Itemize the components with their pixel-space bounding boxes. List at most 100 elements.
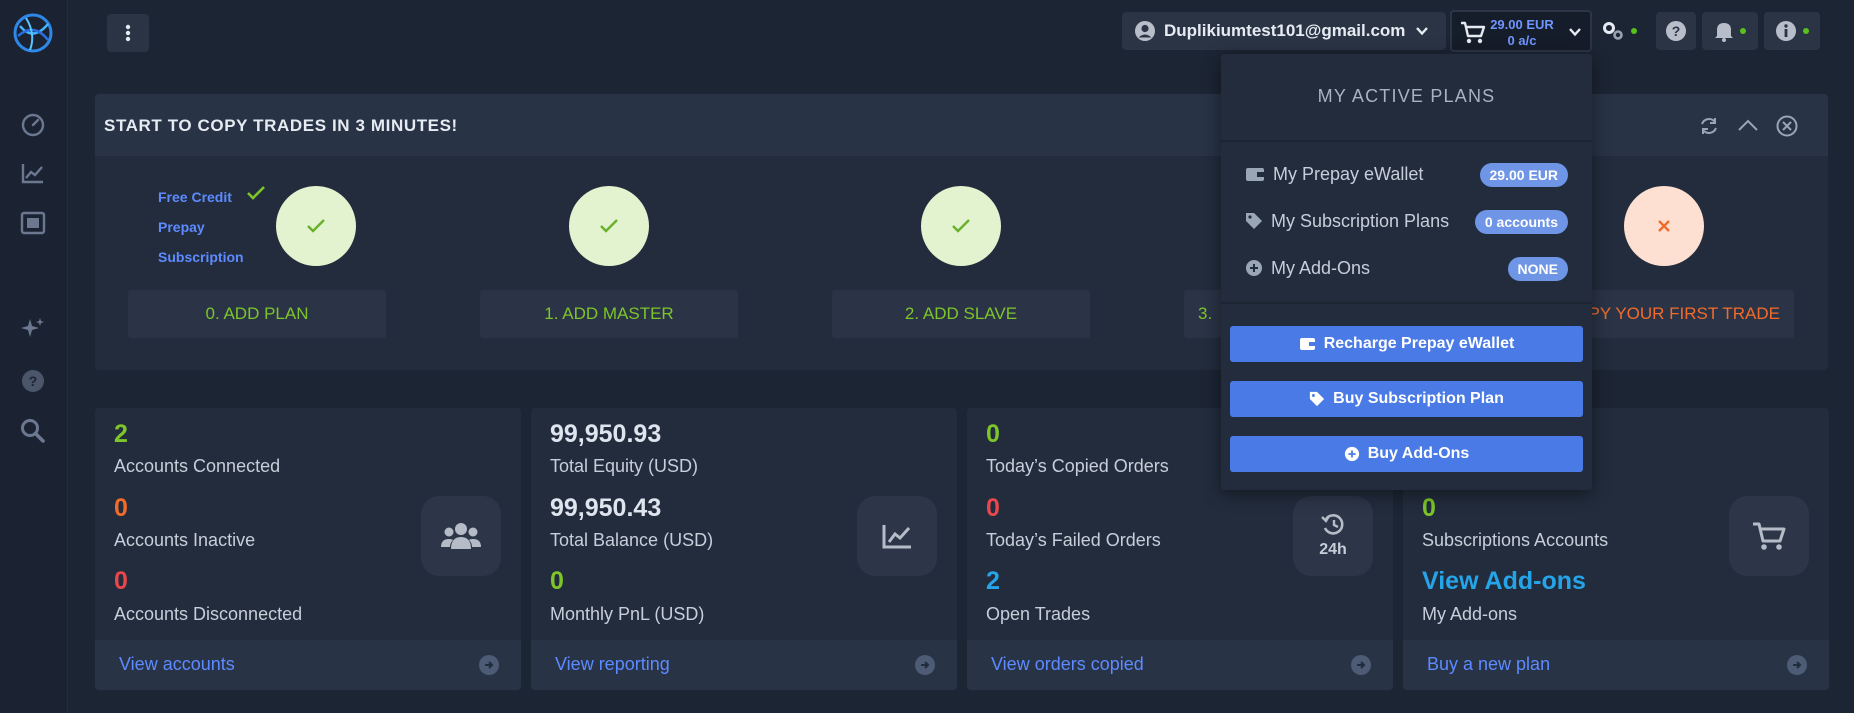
check-icon — [247, 186, 265, 200]
plan-item-subscription: Subscription — [158, 249, 244, 265]
divider — [1221, 302, 1592, 304]
addons-row[interactable]: My Add-Ons NONE — [1245, 254, 1568, 282]
total-equity-label: Total Equity (USD) — [550, 456, 699, 476]
logo[interactable] — [12, 12, 54, 54]
chart-line-icon — [882, 525, 911, 549]
info-button[interactable] — [1764, 12, 1820, 50]
accounts-disconnected-label: Accounts Disconnected — [114, 604, 303, 624]
wallet-icon — [1299, 338, 1315, 350]
tag-icon — [1246, 213, 1262, 229]
accounts-card: 2 Accounts Connected 0 Accounts Inactive… — [95, 408, 521, 690]
my-addons-label: My Add-ons — [1422, 604, 1518, 624]
svg-text:?: ? — [1672, 23, 1681, 39]
cart-icon — [1753, 522, 1786, 550]
accounts-connected-value: 2 — [114, 420, 128, 448]
monthly-pnl-value: 0 — [550, 567, 564, 595]
users-icon-box — [421, 496, 501, 576]
svg-text:?: ? — [29, 373, 38, 389]
check-icon — [600, 219, 618, 233]
check-icon — [952, 219, 970, 233]
failed-orders-value: 0 — [986, 494, 1000, 522]
recharge-ewallet-label: Recharge Prepay eWallet — [1323, 335, 1515, 352]
recharge-ewallet-button[interactable]: Recharge Prepay eWallet — [1230, 326, 1583, 362]
user-avatar-icon — [1135, 21, 1155, 41]
prepay-ewallet-label: My Prepay eWallet — [1273, 163, 1424, 184]
user-email: Duplikiumtest101@gmail.com — [1164, 21, 1406, 40]
addons-label: My Add-Ons — [1271, 257, 1371, 278]
prepay-ewallet-row[interactable]: My Prepay eWallet 29.00 EUR — [1245, 160, 1568, 188]
close-circle-icon[interactable] — [1775, 114, 1799, 143]
equity-card-footer[interactable]: View reporting — [531, 640, 957, 690]
search-zoom-icon[interactable] — [18, 416, 48, 446]
buy-subscription-plan-button[interactable]: Buy Subscription Plan — [1230, 381, 1583, 417]
view-accounts-link[interactable]: View accounts — [119, 654, 235, 675]
user-menu[interactable]: Duplikiumtest101@gmail.com — [1122, 12, 1446, 50]
sparkle-icon[interactable] — [18, 314, 48, 344]
subscription-plans-label: My Subscription Plans — [1271, 210, 1450, 231]
tag-icon — [1310, 391, 1325, 407]
chevron-down-icon — [1569, 28, 1581, 37]
arrow-right-icon[interactable] — [1351, 655, 1371, 675]
buy-subscription-plan-label: Buy Subscription Plan — [1333, 390, 1504, 407]
prepay-ewallet-badge: 29.00 EUR — [1479, 163, 1568, 187]
active-plans-dropdown: MY ACTIVE PLANS My Prepay eWallet 29.00 … — [1221, 54, 1592, 490]
dropdown-title: MY ACTIVE PLANS — [1317, 86, 1496, 106]
cart-accounts: 0 a/c — [1507, 33, 1537, 48]
buy-new-plan-link[interactable]: Buy a new plan — [1427, 654, 1550, 675]
banner-title: START TO COPY TRADES IN 3 MINUTES! — [104, 116, 458, 135]
cart-icon — [1461, 21, 1486, 44]
accounts-card-footer[interactable]: View accounts — [95, 640, 521, 690]
cart-amount: 29.00 EUR — [1490, 17, 1554, 32]
equity-card: 99,950.93 Total Equity (USD) 99,950.43 T… — [531, 408, 957, 690]
subscription-plans-row[interactable]: My Subscription Plans 0 accounts — [1245, 207, 1568, 235]
step-1-check-circle — [569, 186, 649, 266]
subscriptions-accounts-label: Subscriptions Accounts — [1422, 530, 1609, 550]
help-icon[interactable]: ? — [18, 366, 48, 396]
wallet-icon — [1246, 168, 1264, 181]
collapse-icon[interactable] — [1736, 115, 1760, 142]
x-icon — [1658, 220, 1670, 232]
settings-button[interactable] — [1596, 12, 1642, 50]
chevron-down-icon — [1416, 27, 1429, 36]
menu-button[interactable] — [107, 14, 149, 52]
total-balance-value: 99,950.43 — [550, 494, 662, 522]
view-orders-copied-link[interactable]: View orders copied — [991, 654, 1144, 675]
divider — [1221, 140, 1592, 142]
view-reporting-link[interactable]: View reporting — [555, 654, 670, 675]
images-icon[interactable] — [18, 208, 48, 238]
add-plan-button[interactable]: 0. ADD PLAN — [128, 290, 386, 338]
buy-addons-button[interactable]: Buy Add-Ons — [1230, 436, 1583, 472]
step-2-check-circle — [921, 186, 1001, 266]
refresh-icon[interactable] — [1698, 115, 1720, 142]
notifications-button[interactable] — [1702, 12, 1758, 50]
add-master-button[interactable]: 1. ADD MASTER — [480, 290, 738, 338]
users-icon — [441, 523, 481, 549]
copied-orders-label: Today’s Copied Orders — [986, 456, 1169, 476]
arrow-right-icon[interactable] — [479, 655, 499, 675]
addons-badge: NONE — [1507, 257, 1568, 281]
sidebar — [0, 0, 68, 713]
cart-button[interactable]: 29.00 EUR 0 a/c — [1450, 10, 1592, 52]
open-trades-value: 2 — [986, 567, 1000, 595]
add-slave-button[interactable]: 2. ADD SLAVE — [832, 290, 1090, 338]
speedometer-icon[interactable] — [18, 110, 48, 140]
status-dot — [1631, 28, 1637, 34]
subscriptions-accounts-value: 0 — [1422, 494, 1436, 522]
accounts-disconnected-value: 0 — [114, 567, 128, 595]
view-addons-link[interactable]: View Add-ons — [1422, 567, 1586, 596]
accounts-inactive-value: 0 — [114, 494, 128, 522]
bell-icon — [1715, 23, 1733, 42]
history-icon — [1321, 514, 1344, 535]
arrow-right-icon[interactable] — [1787, 655, 1807, 675]
gears-icon — [1603, 22, 1623, 40]
total-balance-label: Total Balance (USD) — [550, 530, 714, 550]
monthly-pnl-label: Monthly PnL (USD) — [550, 604, 705, 624]
arrow-right-icon[interactable] — [915, 655, 935, 675]
failed-orders-label: Today’s Failed Orders — [986, 530, 1161, 550]
plus-circle-icon — [1246, 260, 1262, 276]
orders-card-footer[interactable]: View orders copied — [967, 640, 1393, 690]
plans-card-footer[interactable]: Buy a new plan — [1403, 640, 1829, 690]
help-button[interactable]: ? — [1656, 12, 1696, 50]
chart-icon-box — [857, 496, 937, 576]
chart-line-icon[interactable] — [18, 158, 48, 188]
